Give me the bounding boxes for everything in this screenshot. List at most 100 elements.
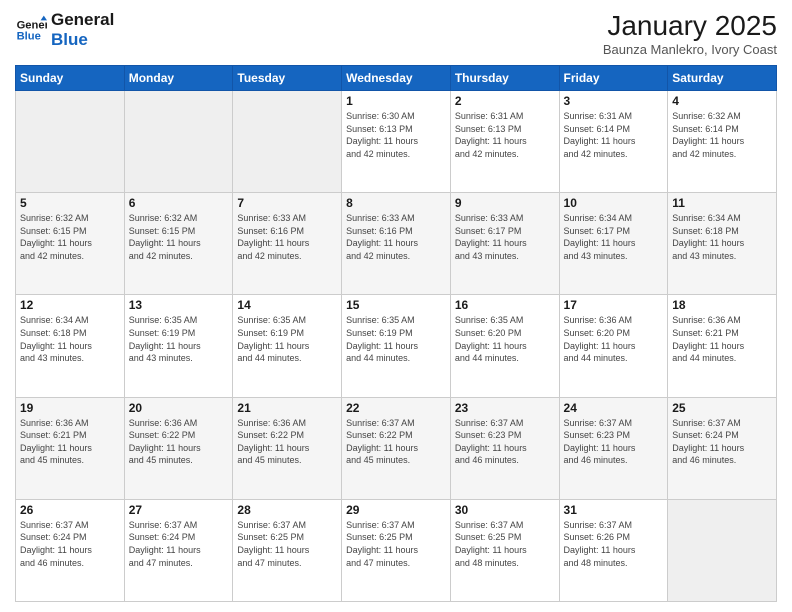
calendar-cell: 8 Sunrise: 6:33 AM Sunset: 6:16 PM Daylig…: [342, 193, 451, 295]
day-number: 27: [129, 503, 229, 517]
svg-text:Blue: Blue: [17, 31, 41, 43]
day-info: Sunrise: 6:34 AM Sunset: 6:18 PM Dayligh…: [20, 314, 120, 364]
calendar-col-header: Sunday: [16, 66, 125, 91]
day-number: 5: [20, 196, 120, 210]
day-number: 18: [672, 298, 772, 312]
calendar-cell: 28Sunrise: 6:37 AM Sunset: 6:25 PM Dayli…: [233, 499, 342, 601]
day-number: 7: [237, 196, 337, 210]
day-info: Sunrise: 6:35 AM Sunset: 6:19 PM Dayligh…: [129, 314, 229, 364]
calendar-col-header: Monday: [124, 66, 233, 91]
day-info: Sunrise: 6:32 AM Sunset: 6:15 PM Dayligh…: [20, 212, 120, 262]
calendar-cell: 15 Sunrise: 6:35 AM Sunset: 6:19 PM Dayli…: [342, 295, 451, 397]
calendar-cell: 7 Sunrise: 6:33 AM Sunset: 6:16 PM Daylig…: [233, 193, 342, 295]
day-info: Sunrise: 6:33 AM Sunset: 6:16 PM Dayligh…: [346, 212, 446, 262]
calendar-cell: 29 Sunrise: 6:37 AM Sunset: 6:25 PM Dayli…: [342, 499, 451, 601]
day-info: Sunrise: 6:37 AM Sunset: 6:24 PM Dayligh…: [129, 519, 229, 569]
calendar-cell: 12 Sunrise: 6:34 AM Sunset: 6:18 PM Dayli…: [16, 295, 125, 397]
day-info: Sunrise: 6:31 AM Sunset: 6:13 PM Dayligh…: [455, 110, 555, 160]
calendar-table: SundayMondayTuesdayWednesdayThursdayFrid…: [15, 65, 777, 602]
day-info: Sunrise: 6:30 AM Sunset: 6:13 PM Dayligh…: [346, 110, 446, 160]
day-info: Sunrise: 6:36 AM Sunset: 6:22 PM Dayligh…: [129, 417, 229, 467]
calendar-cell: 27 Sunrise: 6:37 AM Sunset: 6:24 PM Dayli…: [124, 499, 233, 601]
svg-text:General: General: [17, 20, 47, 32]
day-info: Sunrise: 6:37 AM Sunset: 6:25 PM Dayligh…: [346, 519, 446, 569]
day-number: 22: [346, 401, 446, 415]
calendar-cell: 30Sunrise: 6:37 AM Sunset: 6:25 PM Dayli…: [450, 499, 559, 601]
day-number: 17: [564, 298, 664, 312]
day-number: 11: [672, 196, 772, 210]
calendar-week-row: 26 Sunrise: 6:37 AM Sunset: 6:24 PM Dayli…: [16, 499, 777, 601]
day-number: 21: [237, 401, 337, 415]
day-info: Sunrise: 6:35 AM Sunset: 6:19 PM Dayligh…: [237, 314, 337, 364]
calendar-cell: 23 Sunrise: 6:37 AM Sunset: 6:23 PM Dayli…: [450, 397, 559, 499]
calendar-cell: 5 Sunrise: 6:32 AM Sunset: 6:15 PM Daylig…: [16, 193, 125, 295]
day-info: Sunrise: 6:36 AM Sunset: 6:21 PM Dayligh…: [20, 417, 120, 467]
day-number: 15: [346, 298, 446, 312]
calendar-cell: 20 Sunrise: 6:36 AM Sunset: 6:22 PM Dayli…: [124, 397, 233, 499]
day-number: 24: [564, 401, 664, 415]
calendar-cell: 10Sunrise: 6:34 AM Sunset: 6:17 PM Dayli…: [559, 193, 668, 295]
calendar-cell: [124, 91, 233, 193]
calendar-col-header: Friday: [559, 66, 668, 91]
day-info: Sunrise: 6:34 AM Sunset: 6:18 PM Dayligh…: [672, 212, 772, 262]
calendar-cell: 3Sunrise: 6:31 AM Sunset: 6:14 PM Daylig…: [559, 91, 668, 193]
day-info: Sunrise: 6:36 AM Sunset: 6:21 PM Dayligh…: [672, 314, 772, 364]
calendar-cell: [668, 499, 777, 601]
header: General Blue General Blue January 2025 B…: [15, 10, 777, 57]
day-number: 25: [672, 401, 772, 415]
calendar-cell: 4 Sunrise: 6:32 AM Sunset: 6:14 PM Daylig…: [668, 91, 777, 193]
day-number: 16: [455, 298, 555, 312]
calendar-cell: 6 Sunrise: 6:32 AM Sunset: 6:15 PM Daylig…: [124, 193, 233, 295]
calendar-header-row: SundayMondayTuesdayWednesdayThursdayFrid…: [16, 66, 777, 91]
logo-icon: General Blue: [15, 14, 47, 46]
day-info: Sunrise: 6:35 AM Sunset: 6:19 PM Dayligh…: [346, 314, 446, 364]
day-info: Sunrise: 6:32 AM Sunset: 6:15 PM Dayligh…: [129, 212, 229, 262]
day-number: 8: [346, 196, 446, 210]
day-number: 13: [129, 298, 229, 312]
day-number: 12: [20, 298, 120, 312]
day-info: Sunrise: 6:37 AM Sunset: 6:25 PM Dayligh…: [455, 519, 555, 569]
logo-general: General: [51, 10, 114, 30]
day-info: Sunrise: 6:37 AM Sunset: 6:24 PM Dayligh…: [20, 519, 120, 569]
day-number: 3: [564, 94, 664, 108]
day-number: 29: [346, 503, 446, 517]
day-info: Sunrise: 6:37 AM Sunset: 6:22 PM Dayligh…: [346, 417, 446, 467]
day-info: Sunrise: 6:35 AM Sunset: 6:20 PM Dayligh…: [455, 314, 555, 364]
calendar-week-row: 12 Sunrise: 6:34 AM Sunset: 6:18 PM Dayli…: [16, 295, 777, 397]
day-number: 2: [455, 94, 555, 108]
calendar-cell: 16 Sunrise: 6:35 AM Sunset: 6:20 PM Dayli…: [450, 295, 559, 397]
calendar-cell: 26 Sunrise: 6:37 AM Sunset: 6:24 PM Dayli…: [16, 499, 125, 601]
day-number: 1: [346, 94, 446, 108]
day-info: Sunrise: 6:34 AM Sunset: 6:17 PM Dayligh…: [564, 212, 664, 262]
day-info: Sunrise: 6:36 AM Sunset: 6:22 PM Dayligh…: [237, 417, 337, 467]
subtitle: Baunza Manlekro, Ivory Coast: [603, 42, 777, 57]
calendar-cell: 24 Sunrise: 6:37 AM Sunset: 6:23 PM Dayli…: [559, 397, 668, 499]
day-info: Sunrise: 6:33 AM Sunset: 6:16 PM Dayligh…: [237, 212, 337, 262]
day-info: Sunrise: 6:32 AM Sunset: 6:14 PM Dayligh…: [672, 110, 772, 160]
day-info: Sunrise: 6:33 AM Sunset: 6:17 PM Dayligh…: [455, 212, 555, 262]
calendar-cell: 11 Sunrise: 6:34 AM Sunset: 6:18 PM Dayli…: [668, 193, 777, 295]
calendar-col-header: Tuesday: [233, 66, 342, 91]
logo: General Blue General Blue: [15, 10, 114, 51]
calendar-cell: 31 Sunrise: 6:37 AM Sunset: 6:26 PM Dayli…: [559, 499, 668, 601]
logo-blue: Blue: [51, 30, 114, 50]
day-number: 9: [455, 196, 555, 210]
calendar-week-row: 19Sunrise: 6:36 AM Sunset: 6:21 PM Dayli…: [16, 397, 777, 499]
calendar-cell: 22 Sunrise: 6:37 AM Sunset: 6:22 PM Dayli…: [342, 397, 451, 499]
day-info: Sunrise: 6:37 AM Sunset: 6:26 PM Dayligh…: [564, 519, 664, 569]
day-number: 26: [20, 503, 120, 517]
calendar-cell: 9 Sunrise: 6:33 AM Sunset: 6:17 PM Daylig…: [450, 193, 559, 295]
day-number: 20: [129, 401, 229, 415]
title-block: January 2025 Baunza Manlekro, Ivory Coas…: [603, 10, 777, 57]
calendar-cell: [233, 91, 342, 193]
day-info: Sunrise: 6:37 AM Sunset: 6:23 PM Dayligh…: [455, 417, 555, 467]
day-number: 6: [129, 196, 229, 210]
calendar-cell: 2 Sunrise: 6:31 AM Sunset: 6:13 PM Daylig…: [450, 91, 559, 193]
calendar-cell: 19Sunrise: 6:36 AM Sunset: 6:21 PM Dayli…: [16, 397, 125, 499]
day-number: 23: [455, 401, 555, 415]
day-info: Sunrise: 6:37 AM Sunset: 6:23 PM Dayligh…: [564, 417, 664, 467]
calendar-cell: 14Sunrise: 6:35 AM Sunset: 6:19 PM Dayli…: [233, 295, 342, 397]
day-number: 31: [564, 503, 664, 517]
day-number: 4: [672, 94, 772, 108]
calendar-cell: [16, 91, 125, 193]
